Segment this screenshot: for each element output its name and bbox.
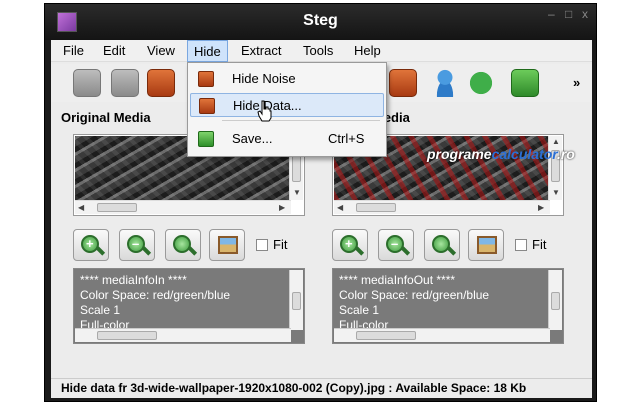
menu-item-hide-data[interactable]: Hide Data... [190, 93, 384, 117]
save-icon [198, 131, 214, 147]
window-title: Steg [303, 12, 338, 29]
status-text: Hide data fr 3d-wide-wallpaper-1920x1080… [61, 381, 527, 395]
menu-item-hide-noise[interactable]: Hide Noise [190, 67, 384, 91]
info-in-hscrollbar[interactable] [75, 328, 291, 342]
scroll-thumb[interactable] [356, 203, 396, 212]
info-out-hscrollbar[interactable] [334, 328, 550, 342]
scroll-down-arrow-icon[interactable]: ▼ [293, 188, 301, 197]
fit-label: Fit [273, 237, 288, 252]
menu-edit[interactable]: Edit [103, 43, 125, 58]
hide-menu-dropdown: Hide Noise Hide Data... Save... Ctrl+S [187, 62, 387, 157]
picture-icon [218, 236, 238, 254]
minimize-button[interactable]: – [548, 7, 555, 21]
scroll-down-arrow-icon[interactable]: ▼ [552, 188, 560, 197]
fit-label-right: Fit [532, 237, 547, 252]
green-book-icon[interactable] [511, 69, 539, 97]
steg-window: Steg – □ x File Edit View Hide Extract T… [44, 3, 597, 402]
hand-cursor-icon [257, 100, 272, 122]
zoom-in-button[interactable]: + [73, 229, 109, 261]
status-bar: Hide data fr 3d-wide-wallpaper-1920x1080… [51, 378, 592, 398]
scroll-thumb[interactable] [356, 331, 416, 340]
zoom-in-button-right[interactable]: + [332, 229, 368, 261]
media-info-in-box: **** mediaInfoIn **** Color Space: red/g… [73, 268, 305, 344]
title-bar[interactable]: Steg – □ x [45, 4, 596, 40]
watermark-part-1: programe [427, 146, 492, 162]
book-icon [199, 98, 215, 114]
toolbar-gray-button-1[interactable] [73, 69, 101, 97]
watermark: programecalculator.ro [427, 146, 575, 162]
zoom-reset-button[interactable] [165, 229, 201, 261]
toolbar-book-button[interactable] [147, 69, 175, 97]
menu-item-label: Hide Noise [232, 71, 296, 86]
scroll-thumb[interactable] [97, 203, 137, 212]
zoom-out-button-right[interactable]: – [378, 229, 414, 261]
book-icon [198, 71, 214, 87]
close-button[interactable]: x [582, 7, 588, 21]
toolbar-book-button-2[interactable] [389, 69, 417, 97]
toolbar-gray-button-2[interactable] [111, 69, 139, 97]
scroll-thumb[interactable] [551, 292, 560, 310]
scroll-thumb[interactable] [292, 292, 301, 310]
info-line: **** mediaInfoIn **** [80, 273, 187, 287]
menu-item-label: Save... [232, 131, 273, 146]
zoom-out-button[interactable]: – [119, 229, 155, 261]
info-line: Color Space: red/green/blue [339, 288, 490, 302]
fit-checkbox-right[interactable] [515, 239, 527, 251]
menu-view[interactable]: View [147, 43, 175, 58]
picture-icon [477, 236, 497, 254]
fit-image-button-right[interactable] [468, 229, 504, 261]
scroll-thumb[interactable] [97, 331, 157, 340]
menu-extract[interactable]: Extract [241, 43, 281, 58]
menu-file[interactable]: File [63, 43, 84, 58]
scroll-right-arrow-icon[interactable]: ▶ [279, 203, 285, 212]
toolbar-overflow-chevron[interactable]: » [573, 75, 580, 90]
info-in-vscrollbar[interactable] [289, 270, 303, 330]
info-line: Scale 1 [339, 303, 380, 317]
menu-tools[interactable]: Tools [303, 43, 333, 58]
scroll-left-arrow-icon[interactable]: ◀ [337, 203, 343, 212]
scroll-up-arrow-icon[interactable]: ▲ [552, 137, 560, 146]
green-leaf-icon[interactable] [467, 69, 495, 97]
menu-help[interactable]: Help [354, 43, 381, 58]
user-icon[interactable] [431, 69, 459, 97]
fit-image-button[interactable] [209, 229, 245, 261]
media-info-out-box: **** mediaInfoOut **** Color Space: red/… [332, 268, 564, 344]
info-line: Scale 1 [80, 303, 121, 317]
menu-hide[interactable]: Hide [187, 40, 228, 62]
menu-item-save[interactable]: Save... Ctrl+S [190, 127, 384, 151]
menu-item-shortcut: Ctrl+S [328, 131, 365, 146]
scroll-left-arrow-icon[interactable]: ◀ [78, 203, 84, 212]
zoom-reset-button-right[interactable] [424, 229, 460, 261]
client-area: File Edit View Hide Extract Tools Help »… [51, 40, 592, 398]
menu-bar: File Edit View Hide Extract Tools Help [51, 40, 592, 62]
fit-checkbox[interactable] [256, 239, 268, 251]
info-line: Color Space: red/green/blue [80, 288, 231, 302]
info-line: **** mediaInfoOut **** [339, 273, 456, 287]
menu-separator [222, 120, 380, 121]
info-out-vscrollbar[interactable] [548, 270, 562, 330]
maximize-button[interactable]: □ [565, 7, 572, 21]
watermark-part-2: calculator [491, 146, 557, 162]
watermark-part-3: .ro [556, 146, 575, 162]
scroll-right-arrow-icon[interactable]: ▶ [538, 203, 544, 212]
modified-image-hscrollbar[interactable]: ◀ ▶ [334, 200, 550, 214]
original-image-hscrollbar[interactable]: ◀ ▶ [75, 200, 291, 214]
original-media-heading: Original Media [61, 110, 151, 125]
